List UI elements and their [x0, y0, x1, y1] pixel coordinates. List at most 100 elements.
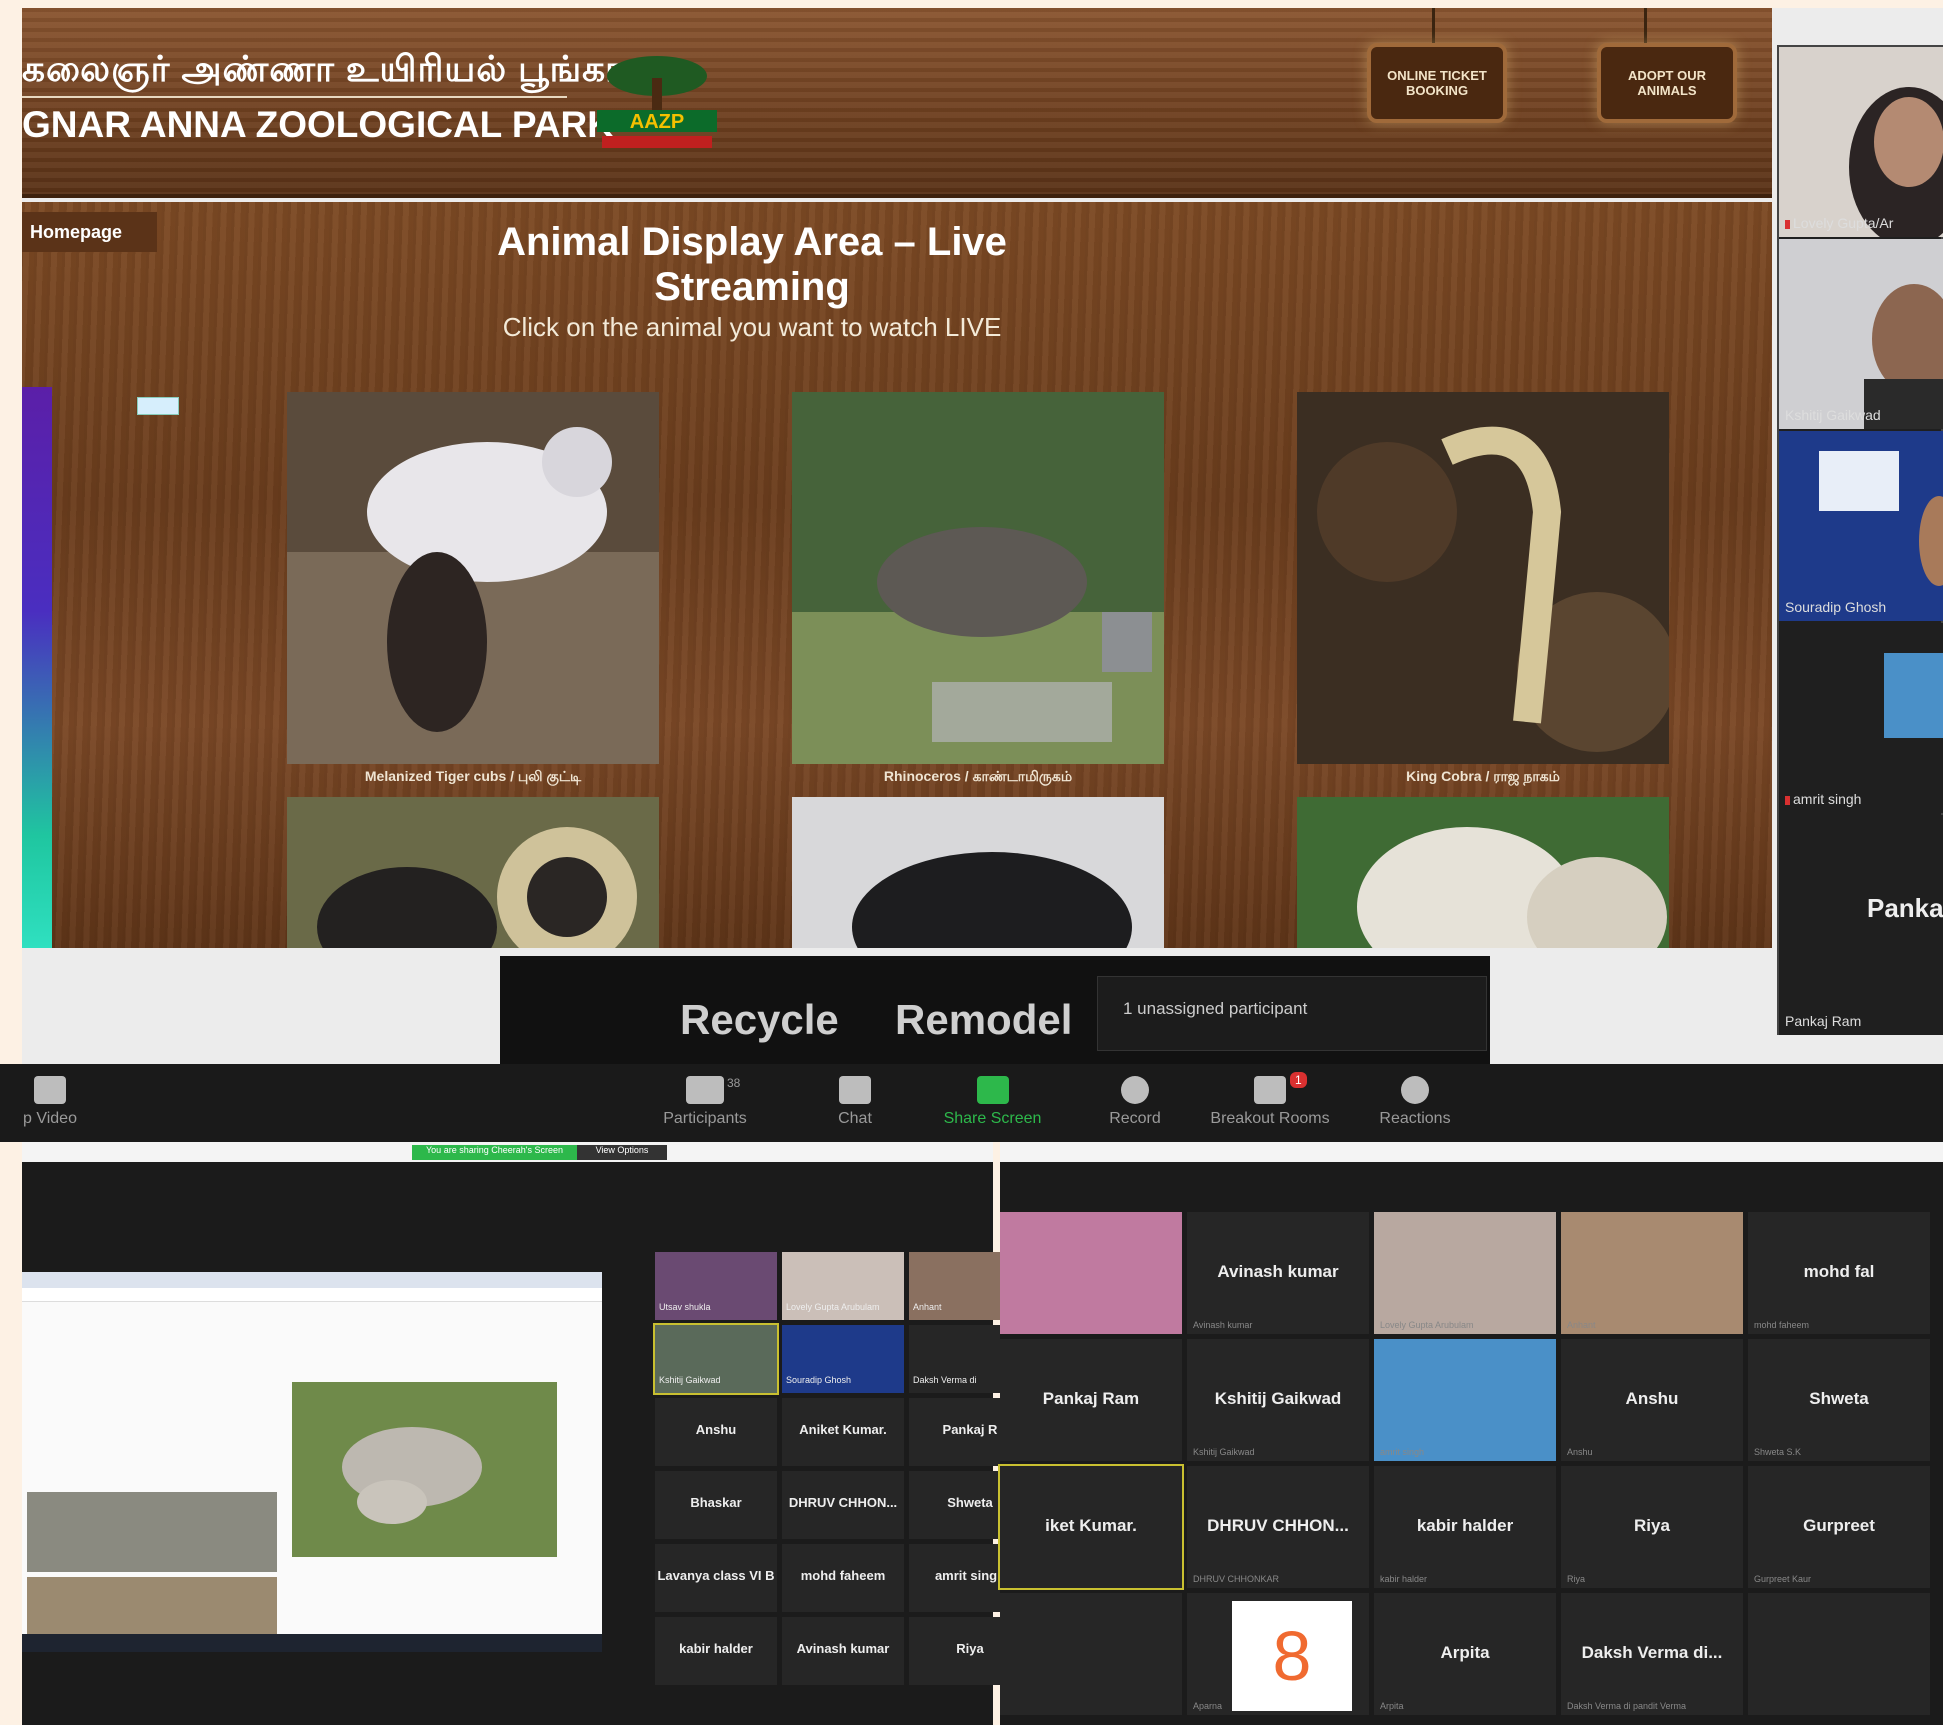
- participant-tile[interactable]: Kshitij Gaikwad Kshitij Gaikwad: [1187, 1339, 1369, 1461]
- participant-tile[interactable]: Daksh Verma di... Daksh Verma di pandit V…: [1561, 1593, 1743, 1715]
- view-options-button[interactable]: View Options: [577, 1145, 667, 1160]
- participant-tile[interactable]: Aniket Kumar.: [782, 1398, 904, 1466]
- participant-subname: Gurpreet Kaur: [1754, 1574, 1812, 1584]
- participant-tile[interactable]: [1748, 1593, 1930, 1715]
- participant-video-active[interactable]: Panka Pankaj Ram: [1779, 815, 1943, 1035]
- participant-tile[interactable]: amrit singh: [1374, 1339, 1556, 1461]
- participant-name: Pankaj Ram: [1042, 1389, 1140, 1408]
- participant-name: Arpita: [1440, 1643, 1490, 1662]
- participant-tile[interactable]: Avinash kumar Avinash kumar: [1187, 1212, 1369, 1334]
- participant-tile[interactable]: [1000, 1593, 1182, 1715]
- participant-tile[interactable]: kabir halder kabir halder: [1374, 1466, 1556, 1588]
- participant-tile[interactable]: Pankaj Ram: [1000, 1339, 1182, 1461]
- animal-card-lion-tailed-macaque[interactable]: [287, 797, 659, 948]
- record-icon: [1121, 1076, 1149, 1104]
- rhino-preview-image: [292, 1382, 557, 1557]
- participant-tile[interactable]: Bhaskar: [655, 1471, 777, 1539]
- rope: [1644, 8, 1647, 46]
- participant-name: Utsav shukla: [659, 1302, 711, 1312]
- video-camera-icon: [34, 1076, 66, 1104]
- animal-caption: Melanized Tiger cubs / புலி குட்டி: [364, 768, 582, 784]
- adopt-animals-button[interactable]: ADOPT OUR ANIMALS: [1597, 43, 1737, 123]
- participant-name: kabir halder: [1416, 1516, 1514, 1535]
- participant-tile[interactable]: Avinash kumar: [782, 1617, 904, 1685]
- record-button[interactable]: Record: [1085, 1076, 1185, 1128]
- participant-name: Anshu: [1625, 1389, 1679, 1408]
- animal-card-white-tiger[interactable]: [1297, 797, 1669, 948]
- chat-button[interactable]: Chat: [805, 1076, 905, 1128]
- participant-video[interactable]: Souradip Ghosh: [1779, 431, 1943, 621]
- animal-card-rhinoceros[interactable]: [792, 392, 1164, 764]
- participant-tile[interactable]: kabir halder: [655, 1617, 777, 1685]
- title-divider: [22, 96, 567, 98]
- participant-tile[interactable]: 8 Aparna: [1187, 1593, 1369, 1715]
- participant-subname: DHRUV CHHONKAR: [1193, 1574, 1280, 1584]
- participants-label: Participants: [663, 1110, 747, 1127]
- king-cobra-image: [1297, 392, 1669, 764]
- breakout-popup[interactable]: 1 unassigned participant: [1097, 976, 1487, 1051]
- participant-name: Avinash kumar: [1217, 1262, 1339, 1281]
- chat-icon: [839, 1076, 871, 1104]
- zoo-logo-icon[interactable]: AAZP: [582, 48, 732, 156]
- participant-name: Riya: [1634, 1516, 1670, 1535]
- participant-tile[interactable]: Anshu Anshu: [1561, 1339, 1743, 1461]
- search-result-images: [27, 1492, 277, 1572]
- participant-name: Kshitij Gaikwad: [1214, 1389, 1342, 1408]
- participant-big-name: Panka: [1867, 893, 1943, 923]
- participant-tile[interactable]: iket Kumar.: [998, 1464, 1184, 1590]
- homepage-label: Homepage: [30, 221, 123, 242]
- participant-video[interactable]: amrit singh: [1779, 623, 1943, 813]
- participant-thumbnail: [1864, 284, 1943, 429]
- rhino-preview-svg: [342, 1427, 482, 1524]
- zoo-website: கலைஞர் அண்ணா உயிரியல் பூங்கா GNAR ANNA Z…: [22, 8, 1772, 948]
- chat-label: Chat: [838, 1110, 872, 1127]
- animal-card-king-cobra[interactable]: [1297, 392, 1669, 764]
- share-text: Remodel: [895, 996, 1073, 1043]
- participant-tile[interactable]: Gurpreet Gurpreet Kaur: [1748, 1466, 1930, 1588]
- participant-tile[interactable]: [1000, 1212, 1182, 1334]
- participant-tile[interactable]: Riya Riya: [1561, 1466, 1743, 1588]
- breakout-rooms-button[interactable]: Breakout Rooms 1: [1195, 1072, 1345, 1128]
- macaque-image: [287, 797, 659, 948]
- zoom-toolbar: p Video Participants 38 Chat Share Scree…: [0, 1064, 1943, 1142]
- animal-card-bear[interactable]: [792, 797, 1164, 948]
- participant-tile[interactable]: mohd faheem: [782, 1544, 904, 1612]
- zoom-window-right: Avinash kumar Avinash kumar Lovely Gupta A…: [998, 1142, 1943, 1725]
- address-bar[interactable]: [22, 1288, 602, 1302]
- participant-name: Lovely Gupta Arubulam: [786, 1302, 880, 1312]
- participant-tile[interactable]: Kshitij Gaikwad: [653, 1323, 779, 1395]
- share-screen-button[interactable]: Share Screen: [930, 1076, 1055, 1128]
- participant-name: Kshitij Gaikwad: [659, 1375, 721, 1385]
- participant-subname: kabir halder: [1380, 1574, 1428, 1584]
- participant-video[interactable]: Lovely Gupta/Ar: [1779, 47, 1943, 237]
- logo-text: AAZP: [630, 111, 684, 133]
- participant-tile[interactable]: Lovely Gupta Arubulam: [1374, 1212, 1556, 1334]
- participant-tile[interactable]: DHRUV CHHON... DHRUV CHHONKAR: [1187, 1466, 1369, 1588]
- participant-tile[interactable]: Lavanya class VI B: [655, 1544, 777, 1612]
- participant-tile[interactable]: Shweta Shweta S.K: [1748, 1339, 1930, 1461]
- participant-tile[interactable]: Lovely Gupta Arubulam: [782, 1252, 904, 1320]
- participant-subname: mohd faheem: [1754, 1320, 1810, 1330]
- participant-photo: [1561, 1212, 1743, 1334]
- video-button[interactable]: p Video: [0, 1076, 100, 1128]
- online-ticket-button[interactable]: ONLINE TICKET BOOKING: [1367, 43, 1507, 123]
- participant-tile[interactable]: Souradip Ghosh: [782, 1325, 904, 1393]
- participant-tile[interactable]: Arpita Arpita: [1374, 1593, 1556, 1715]
- participant-tile[interactable]: Anhant: [1561, 1212, 1743, 1334]
- homepage-button[interactable]: Homepage: [22, 212, 157, 252]
- participant-subname: Anhant: [1567, 1320, 1596, 1330]
- participant-subname: Anshu: [1567, 1447, 1593, 1457]
- participant-subname: Aparna: [1193, 1701, 1223, 1711]
- participant-tile[interactable]: DHRUV CHHON...: [782, 1471, 904, 1539]
- animal-card-tiger-cubs[interactable]: [287, 392, 659, 764]
- participant-name: Anshu: [695, 1422, 737, 1437]
- participant-tile[interactable]: Anshu: [655, 1398, 777, 1466]
- participant-tile[interactable]: mohd fal mohd faheem: [1748, 1212, 1930, 1334]
- participant-video[interactable]: Kshitij Gaikwad: [1779, 239, 1943, 429]
- participants-button[interactable]: Participants 38: [645, 1076, 765, 1128]
- reactions-button[interactable]: Reactions: [1365, 1076, 1465, 1128]
- participant-tile[interactable]: Utsav shukla: [655, 1252, 777, 1320]
- participant-subname: Lovely Gupta Arubulam: [1380, 1320, 1474, 1330]
- participant-photo: [1000, 1212, 1182, 1334]
- participant-name: Aniket Kumar.: [799, 1422, 887, 1437]
